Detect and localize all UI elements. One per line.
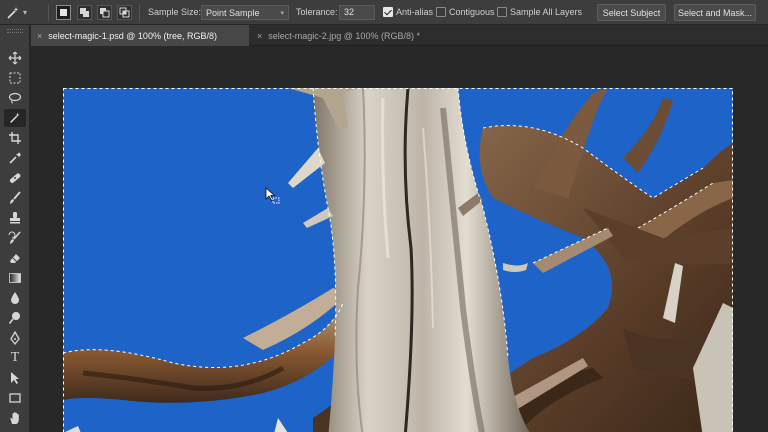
rectangle-icon (9, 393, 21, 403)
tree-photo (63, 88, 733, 432)
hand-tool[interactable] (4, 409, 26, 427)
close-icon[interactable]: × (37, 31, 42, 41)
path-selection-tool[interactable] (4, 369, 26, 387)
marquee-tool[interactable] (4, 69, 26, 87)
document-tabs: × select-magic-1.psd @ 100% (tree, RGB/8… (31, 25, 768, 46)
panel-grip[interactable] (7, 29, 23, 33)
blur-drop-icon (11, 292, 19, 304)
magic-wand-cursor-icon (265, 187, 280, 204)
intersect-selection-button[interactable] (117, 5, 132, 20)
rectangle-tool[interactable] (4, 389, 26, 407)
history-brush-tool[interactable] (4, 229, 26, 247)
move-tool[interactable] (4, 49, 26, 67)
eraser-icon (10, 254, 20, 263)
new-selection-icon (60, 9, 67, 16)
add-to-selection-button[interactable] (77, 5, 92, 20)
divider (139, 4, 140, 21)
select-and-mask-button[interactable]: Select and Mask... (674, 4, 756, 21)
type-tool[interactable]: T (4, 349, 26, 367)
magic-wand-icon (10, 112, 20, 123)
add-selection-icon (80, 8, 89, 17)
tab-select-magic-2[interactable]: × select-magic-2.jpg @ 100% (RGB/8) * (251, 25, 451, 46)
dodge-tool[interactable] (4, 309, 26, 327)
pen-icon (10, 331, 20, 345)
tab-label: select-magic-2.jpg @ 100% (RGB/8) * (268, 30, 420, 41)
clone-stamp-tool[interactable] (4, 209, 26, 227)
gradient-icon (9, 273, 21, 283)
tab-select-magic-1[interactable]: × select-magic-1.psd @ 100% (tree, RGB/8… (31, 25, 249, 46)
options-bar: ▾ Sample Size: Point Sample ▾ Tolerance:… (0, 0, 768, 25)
marquee-icon (9, 72, 21, 84)
chevron-down-icon: ▾ (23, 8, 28, 17)
sample-all-layers-checkbox[interactable] (497, 7, 507, 17)
pen-tool[interactable] (4, 329, 26, 347)
dodge-icon (8, 312, 20, 324)
healing-brush-tool[interactable] (4, 169, 26, 187)
contiguous-label: Contiguous (449, 7, 495, 17)
sample-all-layers-label: Sample All Layers (510, 7, 583, 17)
gradient-tool[interactable] (4, 269, 26, 287)
stamp-icon (10, 212, 20, 224)
sample-size-select[interactable]: Point Sample ▾ (201, 5, 289, 20)
tolerance-value: 32 (344, 7, 355, 17)
intersect-selection-icon (119, 7, 130, 18)
new-selection-button[interactable] (56, 5, 71, 20)
move-icon (8, 51, 22, 65)
anti-alias-checkbox[interactable] (383, 7, 393, 17)
anti-alias-label: Anti-alias (396, 7, 434, 17)
bandage-icon (9, 173, 21, 183)
sample-size-label: Sample Size: (148, 7, 202, 17)
tolerance-input[interactable]: 32 (339, 5, 375, 20)
close-icon[interactable]: × (257, 31, 262, 41)
document-image[interactable] (63, 88, 733, 432)
crop-icon (9, 132, 21, 144)
select-subject-button[interactable]: Select Subject (597, 4, 666, 21)
tool-preset-picker[interactable]: ▾ (5, 4, 43, 21)
brush-tool[interactable] (4, 189, 26, 207)
lasso-tool[interactable] (4, 89, 26, 107)
subtract-from-selection-button[interactable] (97, 5, 112, 20)
crop-tool[interactable] (4, 129, 26, 147)
blur-tool[interactable] (4, 289, 26, 307)
tab-label: select-magic-1.psd @ 100% (tree, RGB/8) (48, 30, 217, 41)
canvas-area[interactable] (31, 47, 768, 432)
magic-wand-tool[interactable] (4, 109, 26, 127)
eyedropper-tool[interactable] (4, 149, 26, 167)
arrow-cursor-icon (11, 372, 19, 384)
chevron-down-icon: ▾ (280, 9, 284, 17)
eyedropper-icon (9, 152, 21, 164)
brush-icon (10, 191, 21, 204)
subtract-selection-icon (100, 8, 110, 18)
hand-icon (10, 412, 19, 424)
lasso-icon (8, 92, 22, 104)
magic-wand-icon (7, 6, 19, 19)
eraser-tool[interactable] (4, 249, 26, 267)
contiguous-checkbox[interactable] (436, 7, 446, 17)
divider (48, 4, 49, 21)
sample-size-value: Point Sample (206, 7, 260, 18)
type-icon: T (10, 350, 20, 365)
history-brush-icon (8, 231, 21, 244)
tools-panel: T (0, 25, 30, 432)
tolerance-label: Tolerance: (296, 7, 338, 17)
